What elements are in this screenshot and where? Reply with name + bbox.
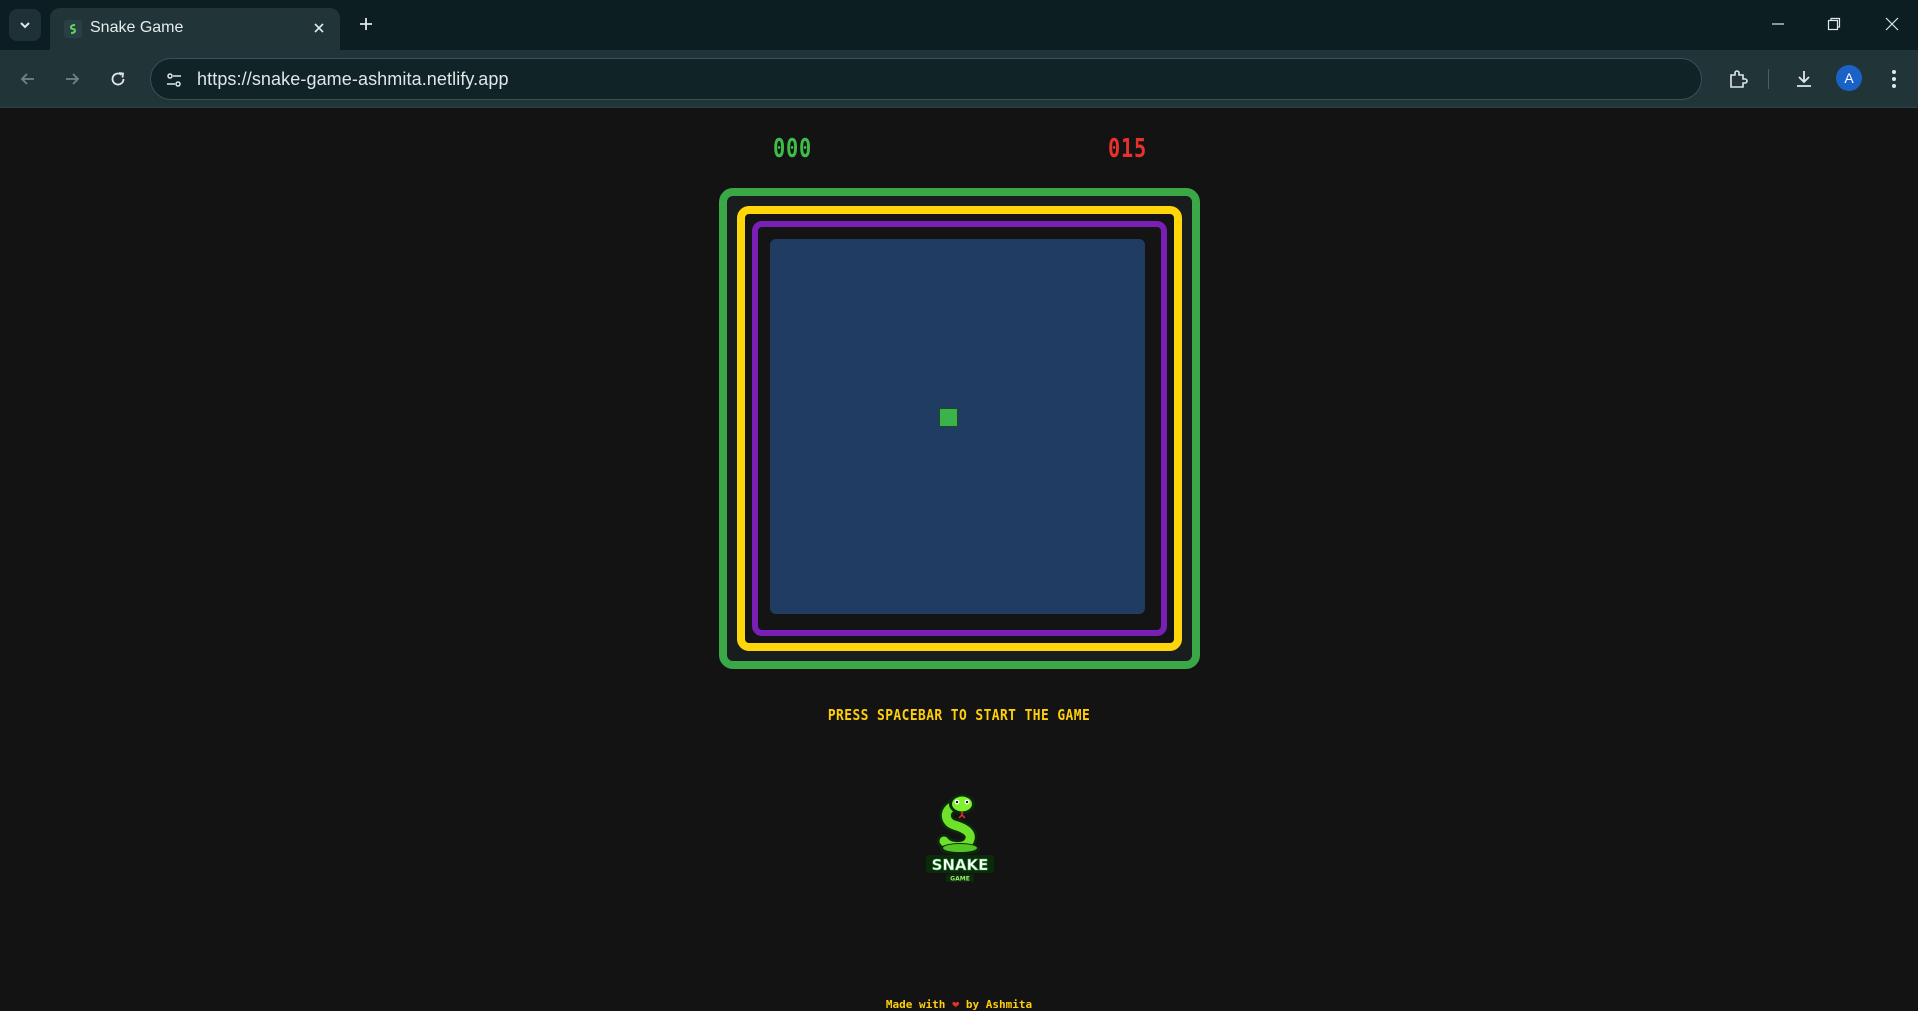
high-score: 015 xyxy=(1108,134,1147,164)
downloads-button[interactable] xyxy=(1788,63,1820,95)
tune-icon xyxy=(167,73,181,87)
close-icon xyxy=(314,23,324,33)
reload-icon xyxy=(111,72,125,86)
reload-button[interactable] xyxy=(102,63,134,95)
close-window-button[interactable] xyxy=(1870,6,1914,42)
tab-title: Snake Game xyxy=(90,19,184,36)
browser-toolbar: https://snake-game-ashmita.netlify.app A xyxy=(0,50,1918,108)
tab-search-button[interactable] xyxy=(9,9,41,41)
toolbar-divider xyxy=(1768,69,1769,89)
game-page: 000 015 PRESS SPACEBAR TO START THE GAME… xyxy=(0,109,1918,1011)
browser-menu-button[interactable] xyxy=(1878,63,1910,95)
footer-credit: Made with ❤ by Ashmita xyxy=(0,997,1918,1011)
browser-tab-strip: Snake Game xyxy=(0,0,1918,50)
new-tab-button[interactable] xyxy=(352,10,380,38)
heart-icon: ❤ xyxy=(952,997,960,1011)
current-score: 000 xyxy=(773,134,812,164)
snake-favicon-icon xyxy=(64,20,82,38)
footer-prefix: Made with xyxy=(885,998,946,1011)
snake-head xyxy=(939,408,958,427)
game-frame-inner xyxy=(752,221,1167,636)
close-icon xyxy=(1885,17,1899,31)
game-board[interactable] xyxy=(770,239,1145,614)
address-bar[interactable]: https://snake-game-ashmita.netlify.app xyxy=(150,58,1702,100)
forward-arrow-icon xyxy=(66,73,80,85)
download-icon xyxy=(1797,71,1811,87)
restore-button[interactable] xyxy=(1812,6,1856,42)
forward-button[interactable] xyxy=(56,63,88,95)
minimize-button[interactable] xyxy=(1756,6,1800,42)
logo-title: SNAKE xyxy=(932,856,989,874)
browser-tab[interactable]: Snake Game xyxy=(50,8,340,50)
footer-suffix: by Ashmita xyxy=(965,998,1033,1011)
plus-icon xyxy=(360,18,372,30)
puzzle-icon xyxy=(1730,70,1748,88)
url-text[interactable]: https://snake-game-ashmita.netlify.app xyxy=(197,69,509,90)
start-instruction: PRESS SPACEBAR TO START THE GAME xyxy=(827,706,1091,724)
back-button[interactable] xyxy=(12,63,44,95)
extensions-button[interactable] xyxy=(1722,63,1754,95)
logo-subtitle: GAME xyxy=(950,876,970,883)
minimize-icon xyxy=(1772,23,1784,25)
snake-game-logo: SNAKE GAME xyxy=(926,794,994,883)
close-tab-button[interactable] xyxy=(308,17,330,39)
back-arrow-icon xyxy=(20,73,34,85)
kebab-menu-icon xyxy=(1892,70,1896,88)
chevron-down-icon xyxy=(20,22,30,29)
profile-avatar[interactable]: A xyxy=(1836,65,1862,91)
game-frame-outer xyxy=(719,188,1200,669)
site-info-button[interactable] xyxy=(161,67,187,93)
game-frame-middle xyxy=(737,206,1182,651)
restore-icon xyxy=(1827,17,1841,31)
